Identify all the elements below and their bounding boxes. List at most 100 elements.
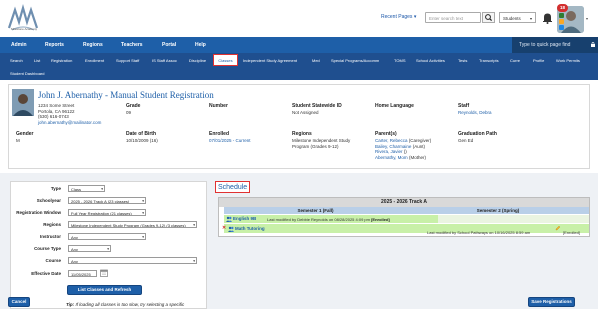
parent-relation: (Caregiver) (408, 138, 432, 143)
sub-nav: Classes Search List Registration Enrollm… (0, 53, 598, 80)
chevron-down-icon: ▾ (193, 259, 195, 263)
group-icon (228, 226, 234, 232)
search-button[interactable] (482, 12, 495, 23)
regions-select[interactable]: Milestone Independent Study Program (Gra… (68, 221, 197, 228)
subnav-med[interactable]: Med (312, 58, 320, 63)
calendar-icon[interactable] (100, 269, 108, 277)
chevron-down-icon: ▾ (413, 14, 417, 20)
notification-count-badge: 18 (557, 4, 568, 12)
subnav-search[interactable]: Search (10, 58, 23, 63)
subnav-enrollment[interactable]: Enrollment (85, 58, 104, 63)
parent-link[interactable]: Rivera, Javier (375, 149, 403, 154)
subnav-independent-study-agreement[interactable]: Independent Study Agreement (243, 58, 297, 63)
search-scope-value: Students (503, 16, 521, 21)
status-indicator-yellow (559, 19, 564, 24)
status-indicator-green (559, 13, 564, 18)
type-label: Type (50, 186, 61, 191)
cancel-button[interactable]: Cancel (8, 297, 30, 307)
parent-link[interactable]: Abernathy, Mom (375, 155, 408, 160)
nav-regions[interactable]: Regions (83, 42, 103, 48)
status-indicator-blue (559, 25, 564, 30)
chevron-down-icon: ▾ (142, 199, 144, 203)
enrolled-status: [Enrolled] (371, 216, 390, 222)
class-name-link[interactable]: English 9B (233, 216, 256, 221)
remove-class-icon[interactable]: ✕ (222, 225, 226, 231)
enrolled-link[interactable]: 07/01/2025 - Current (209, 138, 251, 144)
nav-portal[interactable]: Portal (162, 42, 176, 48)
chevron-down-icon[interactable]: ▾ (586, 16, 588, 21)
student-photo-icon (12, 89, 34, 116)
course-type-select[interactable]: Any ▾ (68, 245, 111, 252)
subnav-active-highlight[interactable]: Classes (213, 54, 238, 66)
registration-window-select[interactable]: Full Year Registration (21 classes) ▾ (68, 209, 146, 216)
chevron-down-icon: ▾ (193, 223, 195, 227)
class-name-link[interactable]: Math Tutoring (235, 226, 265, 231)
subnav-support-staff[interactable]: Support Staff (116, 58, 139, 63)
course-select[interactable]: Any ▾ (68, 257, 197, 264)
subnav-work-permits[interactable]: Work Permits (556, 58, 580, 63)
lock-icon[interactable] (591, 42, 595, 47)
schedule-row-math[interactable] (224, 224, 589, 233)
nav-admin[interactable]: Admin (11, 42, 27, 48)
home-language-label: Home Language (375, 103, 414, 109)
group-icon (226, 216, 232, 222)
instructor-select[interactable]: Any ▾ (68, 233, 146, 240)
instructor-label: Instructor (39, 234, 61, 239)
class-modified-note: Last modified by School Pathways on 10/1… (427, 230, 530, 235)
staff-link[interactable]: Reynolds, Debra (458, 110, 492, 116)
region-line: Milestone Independent Study (292, 138, 351, 143)
nav-teachers[interactable]: Teachers (121, 42, 143, 48)
course-label: Course (45, 258, 61, 263)
type-select[interactable]: Class ▾ (68, 185, 105, 192)
subnav-toms[interactable]: TOMS (394, 58, 405, 63)
list-classes-button[interactable]: List Classes and Refresh Schedule (67, 285, 142, 300)
tip-text: Tip: If loading all classes is too slow,… (66, 302, 184, 307)
ssid-value: Not Assigned (292, 110, 319, 115)
schoolyear-label: Schoolyear (36, 198, 61, 203)
subnav-special-programs[interactable]: Special Programs/Accomm (331, 58, 379, 63)
subnav-student-dashboard[interactable]: Student Dashboard (10, 71, 44, 76)
modified-text: Last modified by Debbie Reynolds on 08/2… (267, 216, 370, 222)
edit-pencil-icon[interactable] (555, 225, 561, 231)
subnav-profile[interactable]: Profile (533, 58, 544, 63)
regions-filter-label: Regions (43, 222, 61, 227)
parent-link[interactable]: Bailey, Charmaine (375, 144, 411, 149)
subnav-transcripts[interactable]: Transcripts (479, 58, 499, 63)
recent-pages-label: Recent Pages (381, 14, 413, 20)
email-link[interactable]: john.abernathy@mailinator.com (38, 120, 101, 126)
chevron-down-icon: ▾ (101, 187, 103, 191)
recent-pages-dropdown[interactable]: Recent Pages ▾ (381, 14, 416, 20)
quick-page-find-input[interactable]: Type to quick page find (512, 37, 598, 53)
semester-2-header: Semester 2 (Spring) (407, 207, 589, 214)
effective-date-input[interactable]: 11/05/2025 (68, 270, 97, 277)
student-address: 1234 Some Street Portola, CA 96122 (530)… (38, 103, 101, 125)
logo-text: Milestone Academy (10, 27, 37, 31)
subnav-curre[interactable]: Curre (510, 58, 520, 63)
course-type-label: Course Type (34, 246, 61, 251)
nav-reports[interactable]: Reports (45, 42, 64, 48)
search-scope-select[interactable]: Students ▾ (499, 12, 536, 23)
graduation-path-label: Graduation Path (458, 131, 497, 137)
parent-item: Abernathy, Mom (Mother) (375, 155, 431, 161)
modified-text: Last modified by School Pathways on 10/1… (427, 229, 531, 235)
subnav-list[interactable]: List (34, 58, 40, 63)
subnav-tests[interactable]: Tests (458, 58, 467, 63)
save-registrations-button[interactable]: Save Registrations (528, 297, 575, 307)
regions-label: Regions (292, 131, 312, 137)
subnav-registration[interactable]: Registration (51, 58, 72, 63)
regions-value: Milestone Independent Study Program (Gra… (292, 138, 350, 149)
subnav-discipline[interactable]: Discipline (189, 58, 206, 63)
subnav-is-staff-assoc[interactable]: IS Staff Assoc (152, 58, 177, 63)
enrolled-label: Enrolled (209, 131, 230, 137)
nav-help[interactable]: Help (195, 42, 206, 48)
subnav-school-activities[interactable]: School Activities (416, 58, 445, 63)
staff-label: Staff (458, 103, 470, 109)
parent-relation: (Aunt) (412, 143, 425, 149)
grade-value: 09 (126, 110, 132, 115)
search-input[interactable]: Enter search text (425, 12, 481, 23)
schoolyear-select[interactable]: 2025 - 2026 Track A (23 classes) ▾ (68, 197, 146, 204)
parent-link[interactable]: Carter, Rebecca (375, 138, 408, 143)
region-line: Program (Grades 9-12) (292, 143, 339, 149)
schedule-row-english-spring (438, 215, 589, 223)
bell-icon[interactable] (542, 12, 553, 24)
